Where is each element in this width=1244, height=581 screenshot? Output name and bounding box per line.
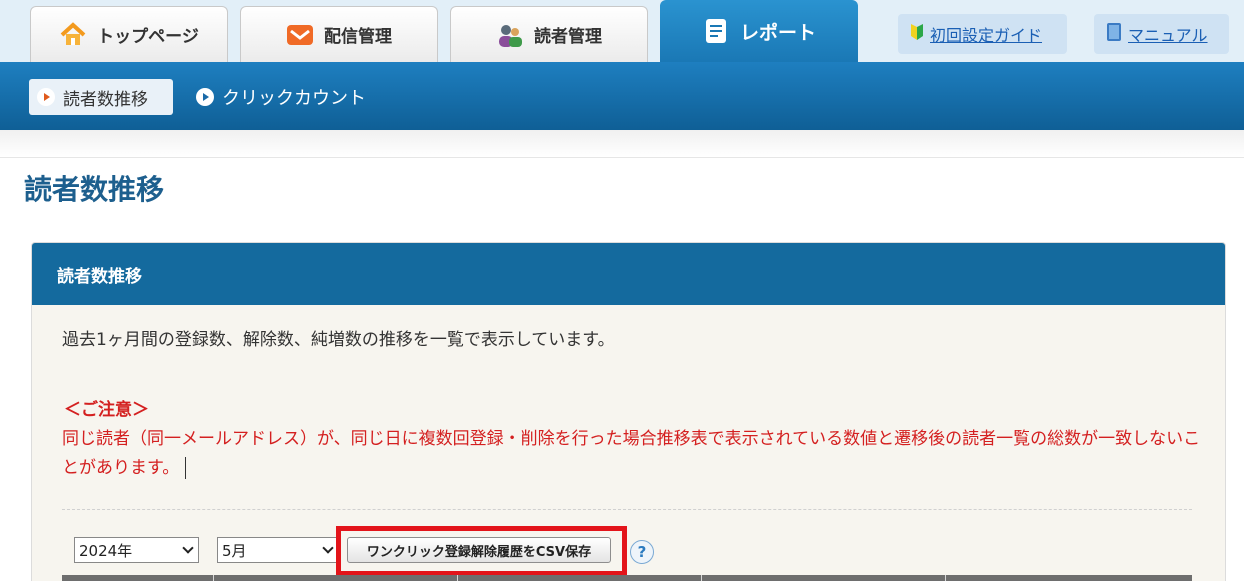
year-select-value: 2024年: [79, 541, 133, 560]
beginner-mark-icon: [910, 23, 924, 45]
table-header: [62, 575, 1192, 581]
tab-top-page[interactable]: トップページ: [30, 6, 228, 62]
content-panel: 読者数推移 過去1ヶ月間の登録数、解除数、純増数の推移を一覧で表示しています。 …: [31, 242, 1226, 581]
divider: [0, 130, 1244, 158]
house-icon: [59, 21, 87, 49]
table-header-cell: [702, 575, 946, 581]
tab-report[interactable]: レポート: [660, 0, 858, 62]
manual-label: マニュアル: [1128, 26, 1208, 45]
play-icon: [196, 88, 214, 106]
top-tab-bar: トップページ 配信管理 読者管理 レポート 初回設定ガイド マニュアル: [0, 0, 1244, 62]
csv-download-button[interactable]: ワンクリック登録解除履歴をCSV保存: [347, 537, 611, 563]
setup-guide-link[interactable]: 初回設定ガイド: [898, 14, 1067, 54]
chevron-down-icon: [182, 542, 194, 554]
users-icon: [496, 21, 524, 49]
subnav-readers-trend[interactable]: 読者数推移: [29, 79, 173, 115]
notice-text: 同じ読者（同一メールアドレス）が、同じ日に複数回登録・削除を行った場合推移表で表…: [62, 429, 1201, 478]
month-select-value: 5月: [222, 541, 247, 560]
text-cursor: [185, 457, 187, 479]
notice-title: ＜ご注意＞: [64, 400, 149, 420]
play-icon: [37, 88, 55, 106]
table-header-cell: [946, 575, 1192, 581]
table-header-cell: [62, 575, 214, 581]
page-title: 読者数推移: [24, 173, 165, 206]
tab-label: 読者管理: [534, 27, 602, 47]
subnav-label: クリックカウント: [222, 88, 366, 109]
tab-label: トップページ: [97, 27, 199, 47]
subnav-click-count[interactable]: クリックカウント: [196, 79, 366, 115]
manual-link[interactable]: マニュアル: [1094, 14, 1229, 54]
tab-label: レポート: [739, 21, 816, 44]
panel-description: 過去1ヶ月間の登録数、解除数、純増数の推移を一覧で表示しています。: [62, 330, 615, 350]
chevron-down-icon: [322, 542, 334, 554]
tab-label: 配信管理: [324, 27, 392, 47]
document-icon: [702, 17, 730, 45]
year-select[interactable]: 2024年: [74, 537, 199, 563]
table-header-cell: [214, 575, 458, 581]
envelope-icon: [286, 21, 314, 49]
dashed-divider: [62, 509, 1192, 510]
month-select[interactable]: 5月: [217, 537, 339, 563]
tab-readers[interactable]: 読者管理: [450, 6, 648, 62]
help-icon[interactable]: ?: [630, 540, 654, 564]
book-icon: [1106, 22, 1122, 46]
tab-delivery[interactable]: 配信管理: [240, 6, 438, 62]
notice-body: 同じ読者（同一メールアドレス）が、同じ日に複数回登録・削除を行った場合推移表で表…: [62, 425, 1202, 483]
subnav-label: 読者数推移: [63, 89, 148, 110]
sub-navigation: 読者数推移 クリックカウント: [0, 62, 1244, 130]
setup-guide-label: 初回設定ガイド: [930, 26, 1043, 45]
panel-header: 読者数推移: [32, 243, 1225, 305]
table-header-cell: [458, 575, 702, 581]
